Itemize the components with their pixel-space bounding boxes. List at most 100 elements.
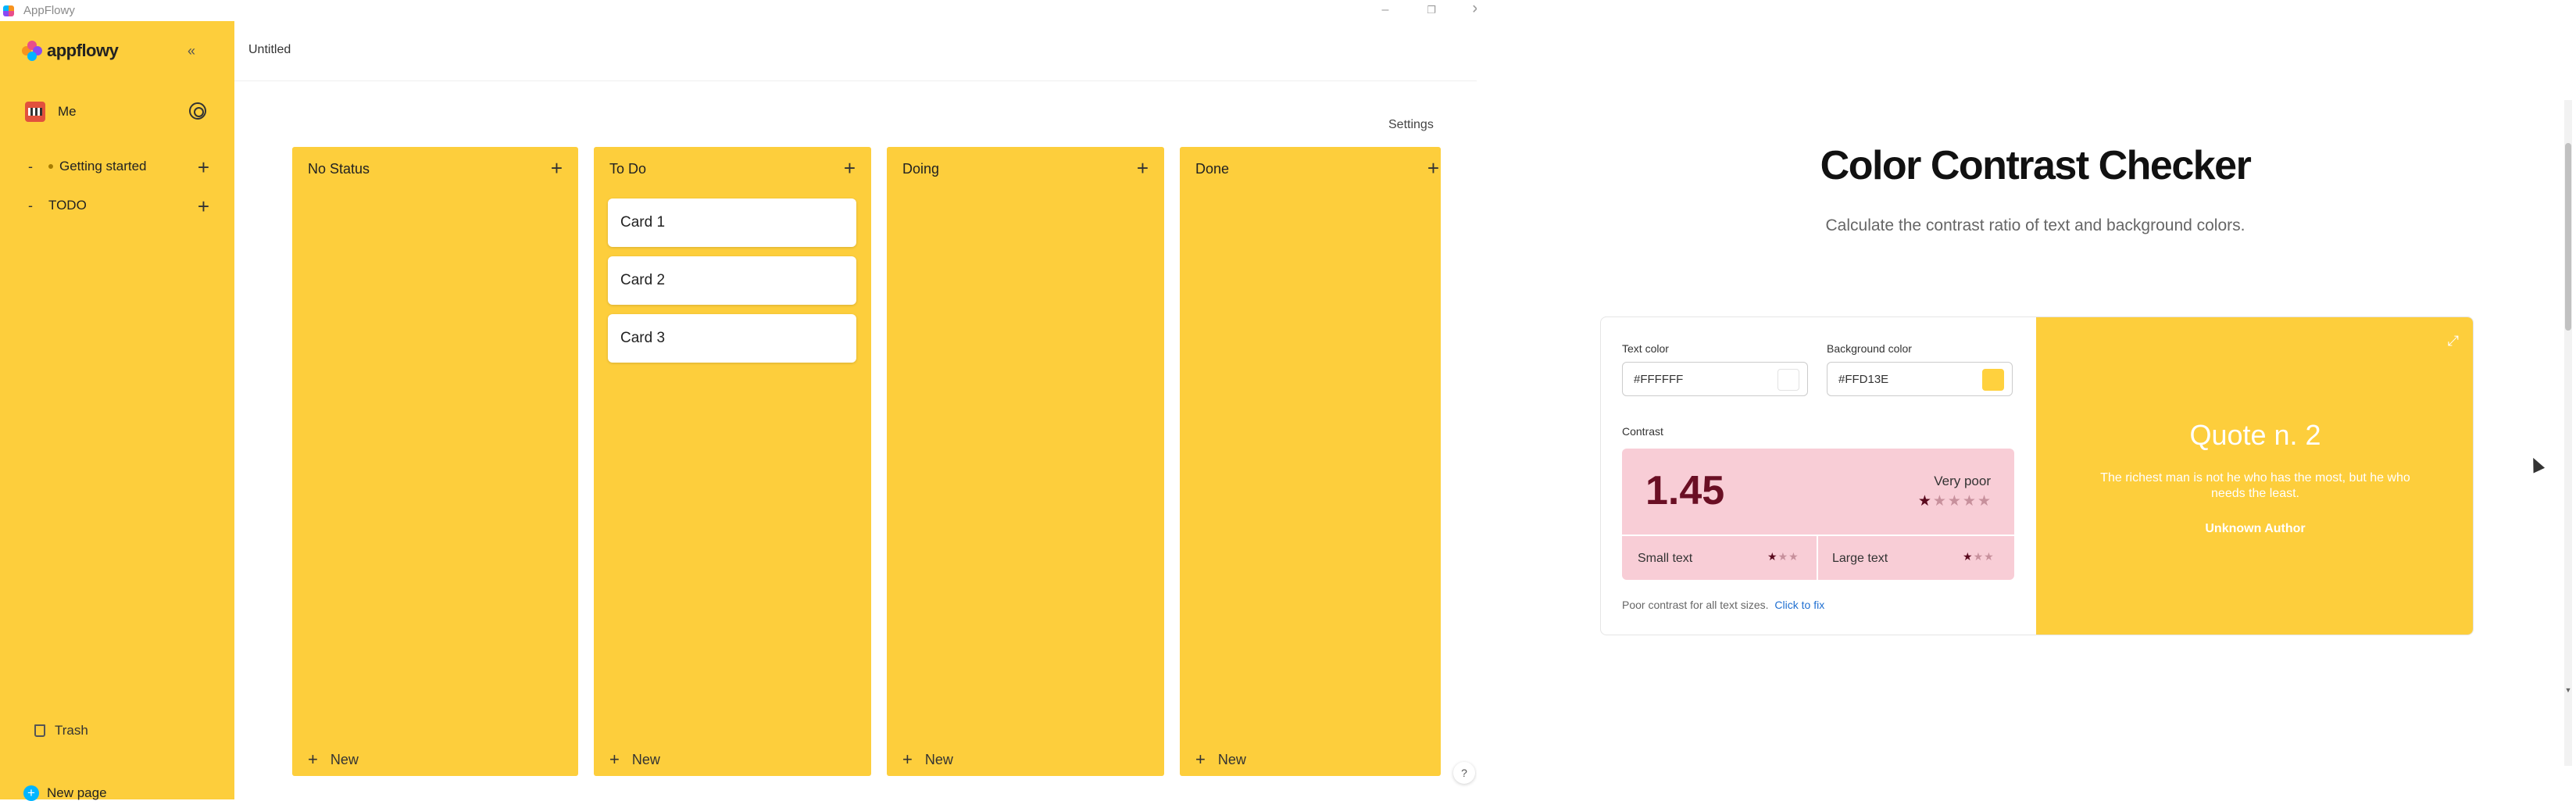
scroll-down-icon[interactable]: ▼ — [2564, 686, 2572, 694]
large-text-stars-icon: ★★★ — [1963, 550, 1995, 563]
new-card-label: New — [330, 751, 359, 767]
plus-icon: + — [902, 749, 913, 769]
brand-logo: appflowy — [22, 41, 119, 61]
contrast-note-text: Poor contrast for all text sizes. — [1622, 599, 1769, 611]
background-color-input[interactable]: #FFD13E — [1827, 362, 2013, 396]
scrollbar-thumb[interactable] — [2565, 143, 2571, 331]
settings-icon[interactable] — [189, 102, 206, 120]
preview-author: Unknown Author — [2205, 522, 2306, 535]
background-color-swatch[interactable] — [1982, 369, 2004, 391]
plus-icon: + — [609, 749, 620, 769]
board-settings-button[interactable]: Settings — [1388, 118, 1434, 132]
new-card-button[interactable]: + New — [902, 749, 953, 770]
collapse-icon[interactable]: - — [28, 198, 39, 214]
add-page-icon[interactable]: + — [198, 156, 209, 180]
background-color-label: Background color — [1827, 342, 1912, 355]
sidebar-item-todo[interactable]: - TODO + — [28, 193, 209, 218]
add-card-icon[interactable]: + — [844, 156, 856, 181]
add-card-icon[interactable]: + — [551, 156, 563, 181]
plus-circle-icon: + — [23, 785, 39, 801]
divider — [1622, 535, 2014, 536]
vertical-scrollbar[interactable] — [2564, 100, 2572, 766]
plus-icon: + — [1195, 749, 1206, 769]
page-title[interactable]: Untitled — [248, 43, 291, 57]
appflowy-logo-icon — [3, 5, 14, 16]
header-divider — [234, 80, 1477, 81]
new-card-label: New — [1217, 751, 1246, 767]
add-card-icon[interactable]: + — [1137, 156, 1149, 181]
help-button[interactable]: ? — [1453, 762, 1475, 784]
controls-panel: Text color #FFFFFF Background color #FFD… — [1601, 317, 2036, 635]
new-page-label: New page — [47, 785, 107, 800]
new-card-button[interactable]: + New — [609, 749, 660, 770]
add-page-icon[interactable]: + — [198, 195, 209, 219]
page-subtitle: Calculate the contrast ratio of text and… — [1825, 216, 2246, 234]
checker-panel: Text color #FFFFFF Background color #FFD… — [1600, 316, 2474, 635]
contrast-result: 1.45 Very poor ★★★★★ Small text ★★★ Larg… — [1622, 449, 2014, 580]
board-card[interactable]: Card 3 — [608, 314, 856, 363]
sidebar: appflowy « Me - Getting started + - TODO… — [0, 21, 234, 801]
contrast-rating: Very poor — [1934, 474, 1991, 488]
page-dot-icon — [48, 164, 53, 169]
preview-panel: ⤢ Quote n. 2 The richest man is not he w… — [2036, 317, 2473, 635]
add-card-icon[interactable]: + — [1427, 156, 1439, 181]
board-card[interactable]: Card 2 — [608, 256, 856, 305]
maximize-icon[interactable]: ❐ — [1424, 2, 1439, 18]
brand-name: appflowy — [47, 41, 119, 60]
sidebar-item-label: TODO — [48, 198, 87, 213]
board-column-no-status: No Status + + New — [292, 147, 578, 776]
contrast-note: Poor contrast for all text sizes. Click … — [1622, 599, 1824, 611]
contrast-checker-page: Color Contrast Checker Calculate the con… — [1477, 0, 2576, 799]
column-title[interactable]: Doing — [902, 161, 939, 177]
divider — [1817, 535, 1818, 580]
card-title: Card 3 — [620, 330, 666, 346]
trash-item[interactable]: Trash — [34, 723, 88, 738]
board-column-doing: Doing + + New — [887, 147, 1164, 776]
board-card[interactable]: Card 1 — [608, 198, 856, 247]
contrast-label: Contrast — [1622, 425, 1663, 438]
minimize-icon[interactable]: – — [1377, 2, 1393, 18]
appflowy-logo-icon — [22, 41, 42, 61]
text-color-value: #FFFFFF — [1634, 373, 1684, 386]
new-card-label: New — [631, 751, 660, 767]
user-row[interactable]: Me — [25, 99, 206, 124]
collapse-icon[interactable]: - — [28, 159, 39, 175]
new-page-button[interactable]: + New page — [23, 785, 107, 801]
expand-icon[interactable]: ⤢ — [2448, 333, 2459, 349]
avatar — [25, 102, 45, 122]
card-title: Card 2 — [620, 272, 666, 288]
new-card-button[interactable]: + New — [1195, 749, 1246, 770]
rating-stars-icon: ★★★★★ — [1917, 493, 1992, 510]
small-text-label: Small text — [1638, 552, 1693, 565]
click-to-fix-link[interactable]: Click to fix — [1774, 599, 1824, 611]
plus-icon: + — [308, 749, 318, 769]
text-color-label: Text color — [1622, 342, 1669, 355]
column-title[interactable]: Done — [1195, 161, 1229, 177]
user-name: Me — [58, 104, 77, 119]
main-content: Untitled Settings No Status + + New To D… — [234, 21, 1477, 799]
board-column-to-do: To Do + Card 1 Card 2 Card 3 + New — [594, 147, 871, 776]
sidebar-item-label: Getting started — [59, 159, 147, 173]
preview-title: Quote n. 2 — [2189, 419, 2321, 451]
board-column-done: Done + + New — [1180, 147, 1441, 776]
page-title: Color Contrast Checker — [1820, 143, 2252, 188]
card-title: Card 1 — [620, 214, 666, 231]
title-bar: AppFlowy – ❐ ✕ — [0, 0, 1482, 21]
trash-icon — [34, 724, 45, 737]
contrast-ratio: 1.45 — [1645, 468, 1725, 513]
small-text-stars-icon: ★★★ — [1767, 550, 1799, 563]
new-card-label: New — [924, 751, 953, 767]
background-color-value: #FFD13E — [1838, 373, 1889, 386]
appflowy-window: AppFlowy – ❐ ✕ appflowy « Me - Getting s… — [0, 0, 1482, 801]
new-card-button[interactable]: + New — [308, 749, 359, 770]
text-color-swatch[interactable] — [1777, 369, 1799, 391]
trash-label: Trash — [55, 723, 88, 738]
preview-quote: The richest man is not he who has the mo… — [2100, 471, 2410, 500]
window-title: AppFlowy — [23, 4, 75, 17]
large-text-label: Large text — [1832, 552, 1888, 565]
collapse-sidebar-icon[interactable]: « — [188, 43, 195, 59]
sidebar-item-getting-started[interactable]: - Getting started + — [28, 154, 209, 179]
text-color-input[interactable]: #FFFFFF — [1622, 362, 1808, 396]
column-title[interactable]: To Do — [609, 161, 646, 177]
column-title[interactable]: No Status — [308, 161, 370, 177]
